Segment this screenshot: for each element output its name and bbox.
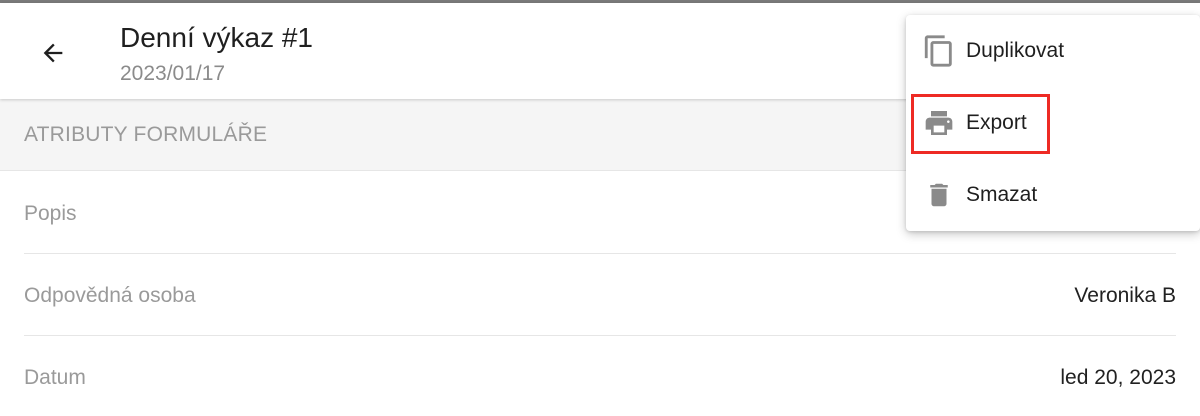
field-row-odpovedna-osoba[interactable]: Odpovědná osoba Veronika B xyxy=(24,254,1176,336)
menu-item-label: Duplikovat xyxy=(966,39,1065,62)
field-label: Odpovědná osoba xyxy=(24,284,196,307)
menu-item-label: Export xyxy=(966,111,1027,134)
print-icon xyxy=(922,105,956,141)
overflow-menu: Duplikovat Export Smazat xyxy=(906,15,1200,231)
page-subtitle-date: 2023/01/17 xyxy=(120,62,226,85)
back-button[interactable] xyxy=(30,33,76,73)
field-label: Popis xyxy=(24,202,77,225)
menu-item-smazat[interactable]: Smazat xyxy=(906,159,1200,231)
section-title: ATRIBUTY FORMULÁŘE xyxy=(24,123,268,146)
field-value: led 20, 2023 xyxy=(1060,366,1176,389)
field-value: Veronika B xyxy=(1074,284,1176,307)
page-title: Denní výkaz #1 xyxy=(120,22,313,53)
menu-item-label: Smazat xyxy=(966,183,1038,206)
copy-icon xyxy=(922,33,956,69)
field-row-datum[interactable]: Datum led 20, 2023 xyxy=(24,336,1176,416)
field-label: Datum xyxy=(24,366,86,389)
trash-icon xyxy=(922,177,956,213)
menu-item-export[interactable]: Export xyxy=(906,87,1200,159)
arrow-left-icon xyxy=(43,43,63,63)
menu-item-duplikovat[interactable]: Duplikovat xyxy=(906,15,1200,87)
